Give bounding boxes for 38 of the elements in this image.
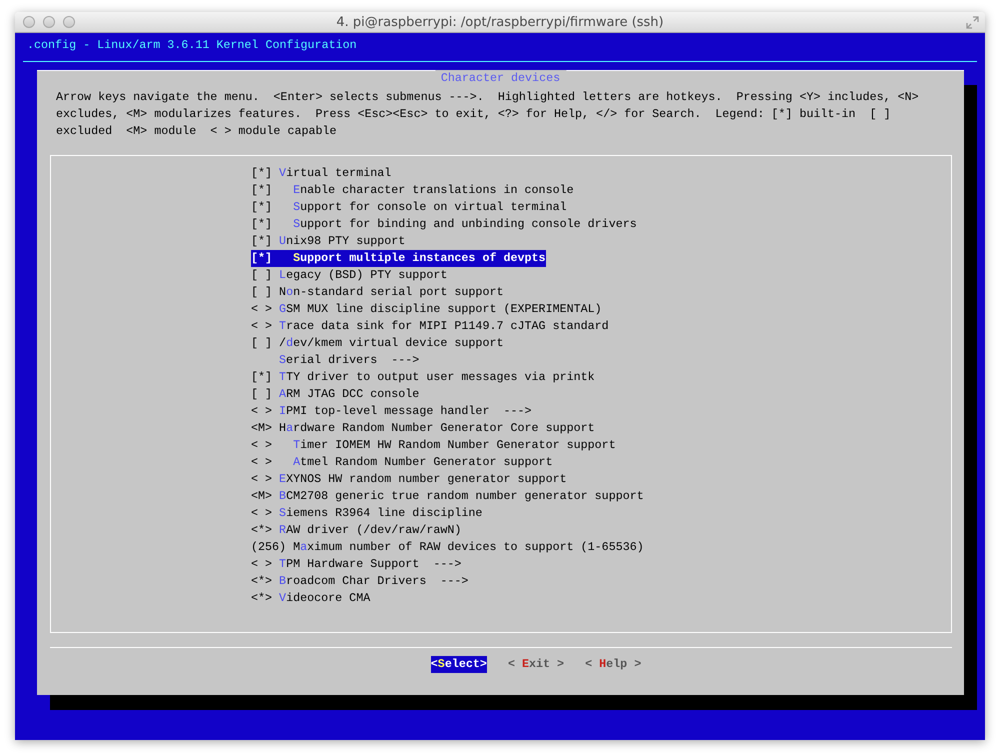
menu-item[interactable]: < > Trace data sink for MIPI P1149.7 cJTAG standard (251, 318, 609, 335)
menu-item[interactable]: <*> Broadcom Char Drivers ---> (251, 573, 468, 590)
menu-item[interactable]: [*] Unix98 PTY support (251, 233, 406, 250)
menu-item[interactable]: [*] Enable character translations in console (251, 182, 574, 199)
menu-item[interactable]: [*] Support for binding and unbinding console drivers (251, 216, 637, 233)
close-button[interactable] (23, 16, 35, 28)
fullscreen-icon[interactable] (966, 16, 979, 29)
menu-item[interactable]: < > Atmel Random Number Generator support (251, 454, 553, 471)
menu-item[interactable]: Serial drivers ---> (251, 352, 420, 369)
menu-item[interactable]: [*] TTY driver to output user messages via printk (251, 369, 595, 386)
minimize-button[interactable] (43, 16, 55, 28)
menu-item[interactable]: [ ] Non-standard serial port support (251, 284, 504, 301)
config-header: .config - Linux/arm 3.6.11 Kernel Configuration (26, 37, 358, 54)
menu-item[interactable]: <*> RAW driver (/dev/raw/rawN) (251, 522, 462, 539)
menu-item[interactable]: <M> BCM2708 generic true random number generator support (251, 488, 644, 505)
menu-item[interactable]: < > GSM MUX line discipline support (EXPERIMENTAL) (251, 301, 602, 318)
help-text: Arrow keys navigate the menu. <Enter> selects submenus --->. Highlighted letters are hotkeys. Pressing <Y> includes, <N> (56, 89, 920, 106)
menu-item[interactable]: [ ] ARM JTAG DCC console (251, 386, 420, 403)
window-title: 4. pi@raspberrypi: /opt/raspberrypi/firmware (ssh) (336, 14, 664, 30)
menu-item[interactable]: [ ] /dev/kmem virtual device support (251, 335, 504, 352)
menu-item[interactable]: [ ] Legacy (BSD) PTY support (251, 267, 448, 284)
menu-item[interactable]: (256) Maximum number of RAW devices to support (1-65536) (251, 539, 644, 556)
menu-item[interactable]: < > Timer IOMEM HW Random Number Generator support (251, 437, 616, 454)
menu-item[interactable]: < > Siemens R3964 line discipline (251, 505, 482, 522)
help-text: excludes, <M> modularizes features. Press <Esc><Esc> to exit, <?> for Help, </> for Search. Legend: [*] built-in [ ] (56, 106, 892, 123)
zoom-button[interactable] (63, 16, 75, 28)
help-text: excluded <M> module < > module capable (56, 123, 338, 140)
menu-item[interactable]: <*> Videocore CMA (251, 590, 370, 607)
dialog-button[interactable]: < Exit > (508, 656, 564, 673)
menu-item[interactable]: [*] Support multiple instances of devpts (251, 250, 546, 267)
menu-item[interactable]: [*] Support for console on virtual terminal (251, 199, 567, 216)
menu-item[interactable]: [*] Virtual terminal (251, 165, 392, 182)
menu-item[interactable]: <M> Hardware Random Number Generator Core support (251, 420, 595, 437)
dialog-button[interactable]: < Help > (585, 656, 642, 673)
menu-item[interactable]: < > EXYNOS HW random number generator support (251, 471, 567, 488)
menu-item[interactable]: < > TPM Hardware Support ---> (251, 556, 462, 573)
dialog-button[interactable]: <Select> (430, 656, 487, 673)
menu-item[interactable]: < > IPMI top-level message handler ---> (251, 403, 532, 420)
